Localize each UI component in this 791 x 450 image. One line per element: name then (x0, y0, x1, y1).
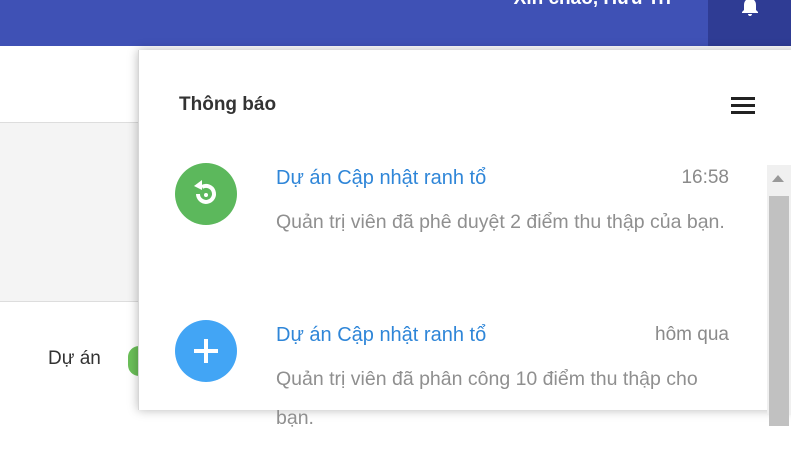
notification-time: hôm qua (655, 324, 729, 345)
refresh-icon (175, 163, 237, 225)
bell-icon (742, 0, 758, 16)
notification-item[interactable]: Dự án Cập nhật ranh tổ hôm qua Quản trị … (175, 320, 735, 450)
background-panel (0, 122, 150, 302)
notifications-title: Thông báo (179, 94, 277, 115)
scroll-thumb[interactable] (769, 196, 789, 426)
hamburger-menu-icon[interactable] (731, 97, 755, 118)
notification-avatar (175, 163, 237, 225)
notifications-dropdown: Thông báo Dự án Cập nhật ranh tổ 16:58 Q… (138, 50, 791, 429)
scroll-up-arrow-icon[interactable] (772, 175, 784, 182)
top-header-bar: Xin chào, Hữu Tri (0, 0, 791, 46)
notification-title[interactable]: Dự án Cập nhật ranh tổ (276, 324, 486, 347)
notification-title[interactable]: Dự án Cập nhật ranh tổ (276, 167, 486, 190)
user-greeting[interactable]: Xin chào, Hữu Tri (514, 0, 671, 11)
notifications-button[interactable] (708, 0, 791, 46)
plus-icon (175, 320, 237, 382)
notification-item[interactable]: Dự án Cập nhật ranh tổ 16:58 Quản trị vi… (175, 163, 735, 293)
notification-body: Quản trị viên đã phân công 10 điểm thu t… (276, 368, 698, 429)
notification-time: 16:58 (681, 167, 729, 188)
project-label: Dự án (48, 348, 101, 369)
notification-avatar (175, 320, 237, 382)
scrollbar[interactable] (767, 165, 791, 426)
notification-body: Quản trị viên đã phê duyệt 2 điểm thu th… (276, 211, 725, 233)
